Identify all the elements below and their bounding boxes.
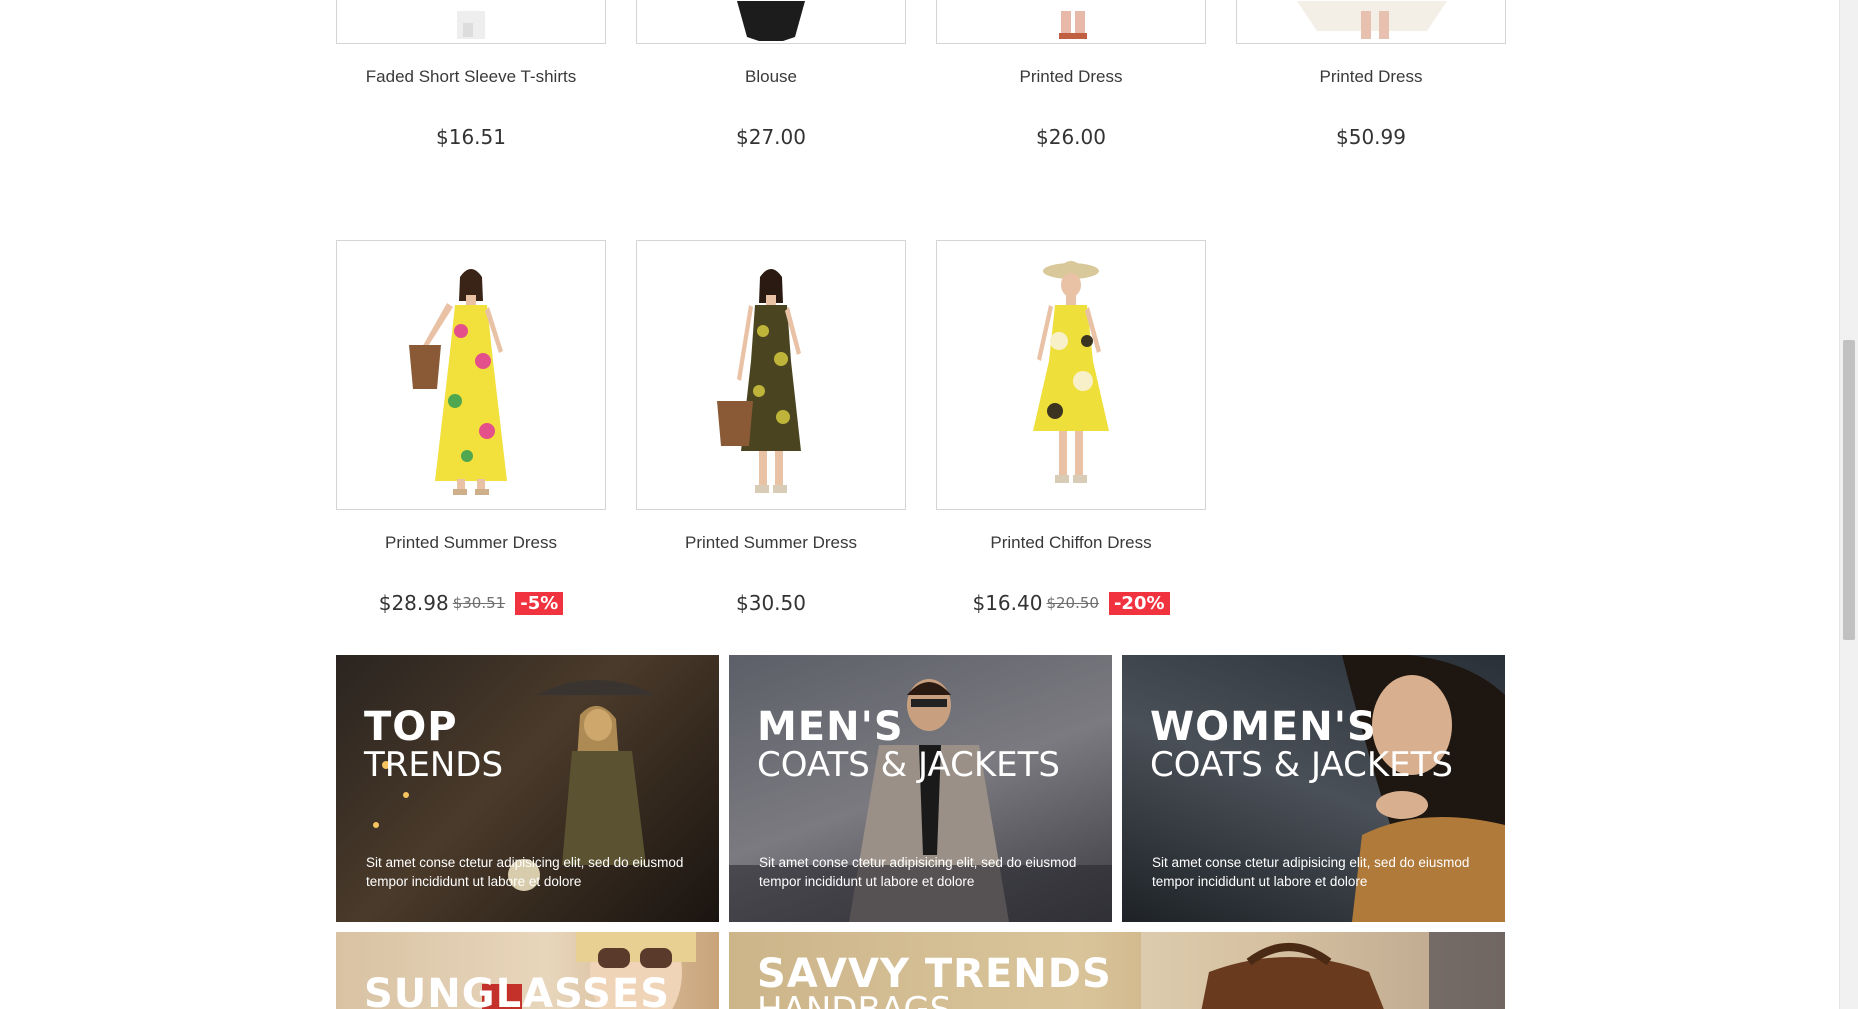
product-image[interactable] — [1236, 0, 1506, 44]
product-photo — [717, 269, 801, 493]
product-old-price: $20.50 — [1046, 594, 1099, 612]
product-price-row: $50.99 — [1236, 125, 1506, 149]
product-card[interactable]: Printed Summer Dress $30.50 — [636, 240, 906, 615]
banner-subtitle: COATS & JACKETS — [1150, 745, 1453, 785]
product-photo — [1059, 11, 1087, 39]
product-price: $16.51 — [436, 125, 506, 149]
banner-text: Sit amet conse ctetur adipisicing elit, … — [1152, 855, 1470, 889]
banner-womens-coats[interactable]: WOMEN'S COATS & JACKETS Sit amet conse c… — [1122, 655, 1505, 922]
product-price: $16.40 — [972, 591, 1043, 615]
product-name[interactable]: Printed Dress — [1236, 67, 1506, 87]
product-old-price: $30.51 — [452, 594, 506, 612]
product-card[interactable]: Printed Dress $26.00 — [936, 0, 1206, 149]
discount-badge: -20% — [1108, 591, 1170, 615]
scrollbar-thumb[interactable] — [1843, 340, 1855, 640]
product-image[interactable] — [936, 240, 1206, 510]
banner-subtitle: COATS & JACKETS — [757, 745, 1060, 785]
product-price: $27.00 — [736, 125, 806, 149]
product-card[interactable]: Printed Dress $50.99 — [1236, 0, 1506, 149]
product-price: $26.00 — [1036, 125, 1106, 149]
product-name[interactable]: Blouse — [636, 67, 906, 87]
banner-sunglasses[interactable]: SUNGLASSES — [336, 932, 719, 1009]
product-card[interactable]: Printed Chiffon Dress $16.40 $20.50 -20% — [936, 240, 1206, 615]
banner-title: TOP — [364, 704, 458, 750]
product-image[interactable] — [336, 0, 606, 44]
product-photo — [1033, 261, 1109, 483]
product-image[interactable] — [636, 240, 906, 510]
product-price-row: $27.00 — [636, 125, 906, 149]
product-photo — [1297, 1, 1447, 39]
product-price-row: $30.50 — [636, 591, 906, 615]
product-photo — [409, 269, 507, 495]
page: Faded Short Sleeve T-shirts $16.51 Blous… — [0, 0, 1840, 1009]
product-image[interactable] — [936, 0, 1206, 44]
banner-title: SUNGLASSES — [364, 971, 670, 1009]
banner-title: SAVVY TRENDS — [757, 951, 1112, 997]
product-card[interactable]: Blouse $27.00 — [636, 0, 906, 149]
banner-top-trends[interactable]: TOP TRENDS Sit amet conse ctetur adipisi… — [336, 655, 719, 922]
banner-mens-coats[interactable]: MEN'S COATS & JACKETS Sit amet conse cte… — [729, 655, 1112, 922]
product-price: $50.99 — [1336, 125, 1406, 149]
product-name[interactable]: Printed Summer Dress — [636, 533, 906, 553]
scrollbar[interactable] — [1839, 0, 1858, 1009]
banner-text: Sit amet conse ctetur adipisicing elit, … — [366, 855, 684, 889]
discount-badge: -5% — [515, 591, 564, 615]
banner-title: WOMEN'S — [1150, 704, 1377, 750]
product-name[interactable]: Printed Chiffon Dress — [936, 533, 1206, 553]
banner-title: MEN'S — [757, 704, 904, 750]
product-price-row: $26.00 — [936, 125, 1206, 149]
product-image[interactable] — [636, 0, 906, 44]
product-price-row: $16.51 — [336, 125, 606, 149]
product-name[interactable]: Faded Short Sleeve T-shirts — [336, 67, 606, 87]
product-card[interactable]: Faded Short Sleeve T-shirts $16.51 — [336, 0, 606, 149]
banner-text: Sit amet conse ctetur adipisicing elit, … — [759, 855, 1077, 889]
product-price: $30.50 — [736, 591, 806, 615]
product-price-row: $16.40 $20.50 -20% — [936, 591, 1206, 615]
product-price-row: $28.98 $30.51 -5% — [336, 591, 606, 615]
banner-savvy-trends[interactable]: SAVVY TRENDS HANDBAGS — [729, 932, 1505, 1009]
banner-subtitle: TRENDS — [364, 745, 504, 785]
product-name[interactable]: Printed Dress — [936, 67, 1206, 87]
product-card[interactable]: Printed Summer Dress $28.98 $30.51 -5% — [336, 240, 606, 615]
banner-subtitle: HANDBAGS — [757, 990, 951, 1009]
product-name[interactable]: Printed Summer Dress — [336, 533, 606, 553]
product-image[interactable] — [336, 240, 606, 510]
product-photo — [737, 1, 805, 41]
product-photo — [457, 11, 485, 39]
product-price: $28.98 — [378, 591, 449, 615]
